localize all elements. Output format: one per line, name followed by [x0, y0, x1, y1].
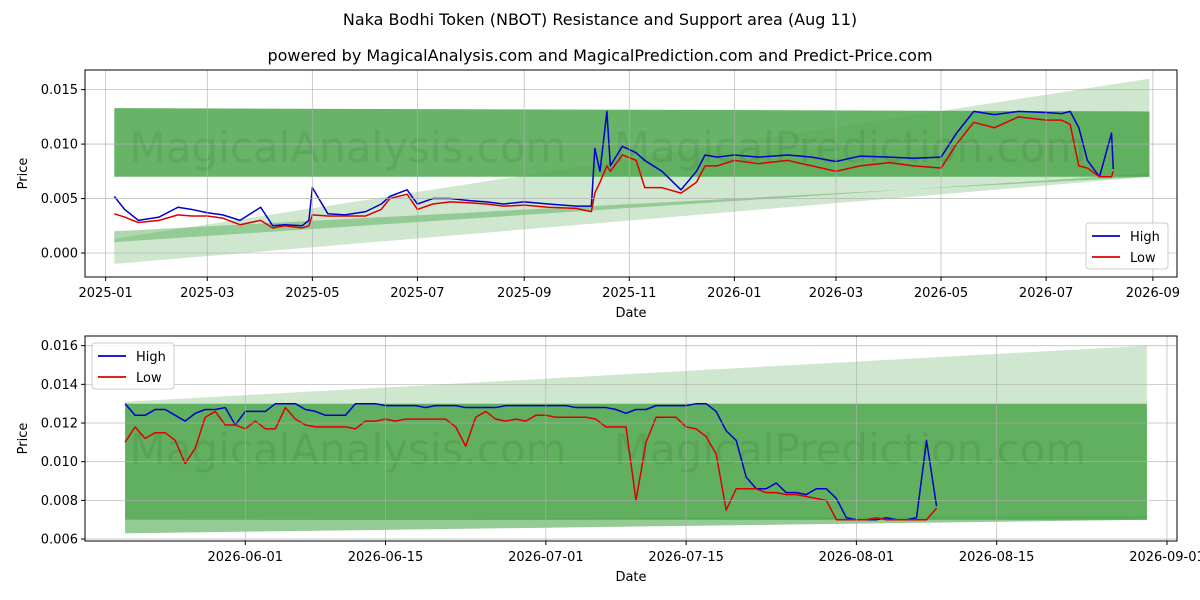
x-tick-label: 2026-07 [1019, 286, 1073, 301]
y-axis-label: Price [16, 158, 31, 190]
x-tick-label: 2025-03 [180, 286, 234, 301]
legend-label-low: Low [1130, 251, 1156, 266]
x-tick-label: 2026-09 [1126, 286, 1180, 301]
x-tick-label: 2025-05 [285, 286, 339, 301]
y-tick-label: 0.012 [41, 417, 78, 432]
y-tick-label: 0.008 [41, 494, 78, 509]
x-tick-label: 2026-07-15 [648, 550, 724, 565]
x-tick-label: 2026-06-15 [348, 550, 424, 565]
legend: High Low [1085, 222, 1169, 270]
y-tick-label: 0.015 [41, 83, 78, 98]
chart-panel-1: MagicalAnalysis.com MagicalPrediction.com… [16, 69, 1180, 321]
x-tick-label: 2025-11 [602, 286, 656, 301]
chart-panel-2: MagicalAnalysis.com MagicalPrediction.com… [16, 335, 1200, 585]
y-tick-label: 0.005 [41, 192, 78, 207]
x-tick-label: 2026-08-01 [819, 550, 895, 565]
x-axis-label: Date [615, 306, 646, 321]
x-tick-label: 2025-09 [497, 286, 551, 301]
y-tick-label: 0.010 [41, 455, 78, 470]
x-tick-label: 2026-09-01 [1129, 550, 1200, 565]
legend-label-low: Low [136, 371, 162, 386]
watermark: MagicalPrediction.com [614, 123, 1087, 172]
legend-label-high: High [1130, 230, 1160, 245]
x-tick-label: 2026-07-01 [508, 550, 584, 565]
x-tick-label: 2025-07 [390, 286, 444, 301]
charts-canvas: MagicalAnalysis.com MagicalPrediction.com… [16, 69, 1200, 585]
x-axis-label: Date [615, 570, 646, 585]
plot-area: MagicalAnalysis.com MagicalPrediction.com [124, 345, 1147, 534]
y-axis-label: Price [16, 423, 31, 455]
x-tick-label: 2026-06-01 [208, 550, 284, 565]
x-tick-label: 2026-03 [809, 286, 863, 301]
plot-area: MagicalAnalysis.com MagicalPrediction.com [113, 78, 1150, 264]
y-tick-label: 0.014 [41, 378, 78, 393]
x-tick-label: 2026-08-15 [959, 550, 1035, 565]
watermark: MagicalAnalysis.com [130, 123, 567, 172]
x-tick-label: 2025-01 [79, 286, 133, 301]
y-tick-label: 0.010 [41, 138, 78, 153]
watermark: MagicalPrediction.com [614, 425, 1087, 474]
y-tick-label: 0.000 [41, 247, 78, 262]
y-tick-label: 0.016 [41, 339, 78, 354]
legend-label-high: High [136, 350, 166, 365]
x-tick-label: 2026-05 [914, 286, 968, 301]
y-tick-label: 0.006 [41, 533, 78, 548]
x-tick-label: 2026-01 [707, 286, 761, 301]
legend: High Low [91, 342, 175, 390]
